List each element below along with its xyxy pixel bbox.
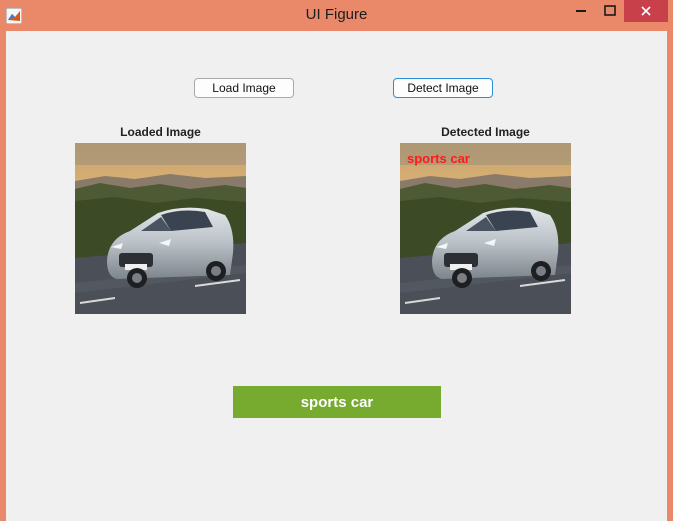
detected-image: sports car — [400, 143, 571, 314]
close-button[interactable] — [624, 0, 668, 22]
detection-overlay-label: sports car — [407, 151, 470, 166]
loaded-image-title: Loaded Image — [120, 125, 201, 139]
maximize-icon — [604, 5, 616, 16]
close-icon — [641, 6, 651, 16]
load-image-button[interactable]: Load Image — [194, 78, 294, 98]
maximize-button[interactable] — [596, 0, 624, 22]
detect-image-button[interactable]: Detect Image — [393, 78, 493, 98]
detected-image-title: Detected Image — [441, 125, 530, 139]
minimize-button[interactable] — [565, 0, 597, 22]
minimize-icon — [576, 10, 586, 12]
app-window: UI Figure Load Image Detect Image Loaded… — [0, 0, 673, 521]
bottom-edge — [6, 512, 667, 521]
figure-client-area: Load Image Detect Image Loaded Image Det… — [6, 31, 667, 512]
title-bar[interactable]: UI Figure — [0, 0, 673, 31]
loaded-image — [75, 143, 246, 314]
result-label: sports car — [233, 386, 441, 418]
